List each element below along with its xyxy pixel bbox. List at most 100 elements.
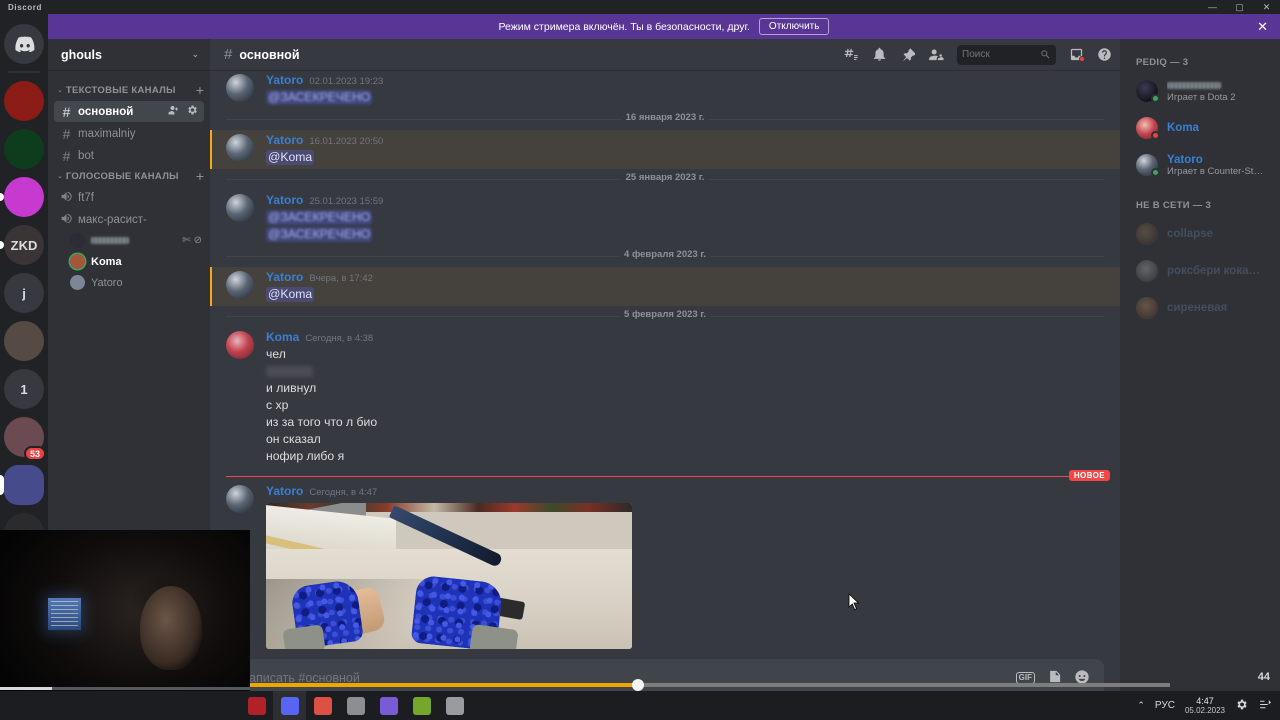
message-author[interactable]: Yatoro [266,484,303,498]
rail-item-server-one[interactable]: 1 [0,365,48,413]
avatar[interactable] [226,74,254,102]
message-author[interactable]: Yatoro [266,73,303,87]
user-mention[interactable]: @ЗАСЕКРЕЧЕНО [266,227,373,242]
channel-основной[interactable]: # основной [54,101,204,122]
taskbar-app-red[interactable] [240,691,273,720]
channel-bot[interactable]: # bot [54,145,204,166]
search-input[interactable]: Поиск [957,44,1056,65]
hash-icon: # [224,46,233,63]
invite-icon[interactable] [168,104,180,119]
rail-item-server-zkd[interactable]: ZKD [0,221,48,269]
message[interactable]: Koma Сегодня, в 4:38 чел и ливнул с хр из з… [210,327,1120,468]
member-list-item[interactable]: collapse [1128,216,1272,252]
member-list-item[interactable]: YatoroИграет в Counter-Strike: Glob... [1128,147,1272,183]
avatar[interactable] [226,485,254,513]
status-indicator [1151,168,1160,177]
close-icon[interactable]: ✕ [1257,20,1268,33]
seek-handle[interactable] [632,679,644,691]
voice-member-name: Koma [91,255,122,268]
avatar[interactable] [226,331,254,359]
clock[interactable]: 4:47 05.02.2023 [1185,696,1225,716]
rail-item-server-girl[interactable]: 53 [0,413,48,461]
category-voice[interactable]: ⌄ Голосовые каналы + [48,166,210,186]
message-list[interactable]: Yatoro 02.01.2023 19:23 @ЗАСЕКРЕЧЕНО 16 … [210,70,1120,677]
user-mention[interactable]: @ЗАСЕКРЕЧЕНО [266,210,373,225]
chevron-down-icon: ⌄ [191,49,199,59]
message-author[interactable]: Yatoro [266,270,303,284]
rail-item-server-green[interactable] [0,125,48,173]
member-name: collapse [1167,228,1214,240]
member-list-item[interactable]: сиреневая [1128,290,1272,326]
minimize-button[interactable]: — [1199,0,1226,14]
user-mention[interactable]: @Koma [266,150,315,165]
video-seek-bar[interactable] [170,679,1170,691]
taskbar-discord-app[interactable] [273,691,306,720]
channel-ft7f[interactable]: ft7f [54,187,204,208]
user-mention[interactable]: @Koma [266,287,315,302]
close-button[interactable]: ✕ [1253,0,1280,14]
message-author[interactable]: Koma [266,330,299,344]
gear-icon[interactable] [1235,698,1248,714]
rail-item-server-photo[interactable] [0,317,48,365]
streamer-disable-button[interactable]: Отключить [758,18,830,35]
pin-icon[interactable] [900,47,915,62]
rail-item-home[interactable] [0,20,48,68]
streamer-mode-banner: Режим стримера включён. Ты в безопасност… [48,14,1280,39]
message-timestamp: Сегодня, в 4:38 [305,333,374,344]
inbox-icon[interactable] [1069,47,1085,62]
message-text: @ЗАСЕКРЕЧЕНО [266,89,1104,106]
message-body: Koma Сегодня, в 4:38 чел и ливнул с хр из з… [266,330,1104,465]
maximize-button[interactable]: ▢ [1226,0,1253,14]
add-channel-icon[interactable]: + [196,83,204,97]
user-mention[interactable]: @ЗАСЕКРЕЧЕНО [266,90,373,105]
help-icon[interactable] [1097,47,1112,62]
network-icon[interactable] [1258,698,1272,714]
taskbar-grey-app[interactable] [438,691,471,720]
message-text: @Koma [266,286,1104,303]
avatar[interactable] [226,194,254,222]
message[interactable]: Yatoro Вчера, в 17:42 @Koma [210,267,1120,306]
avatar[interactable] [226,134,254,162]
message[interactable]: Yatoro Сегодня, в 4:47 [210,481,1120,652]
voice-member[interactable]: Yatoro [70,272,210,293]
rail-item-server-j[interactable]: j [0,269,48,317]
mic-muted-icon: ✄ [182,235,191,246]
message-author[interactable]: Yatoro [266,193,303,207]
taskbar-chrome-app[interactable] [306,691,339,720]
image-attachment[interactable] [266,503,632,649]
settings-app-icon [346,696,365,715]
channel-maximalniy[interactable]: # maximalniy [54,123,204,144]
member-list-item[interactable]: роксбери кокаиновы... [1128,253,1272,289]
avatar[interactable] [226,271,254,299]
threads-icon[interactable] [844,47,859,62]
message[interactable]: Yatoro 25.01.2023 15:59 @ЗАСЕКРЕЧЕНО @ЗАС… [210,190,1120,246]
rail-item-server-red[interactable] [0,77,48,125]
avatar [1136,154,1160,177]
category-text[interactable]: ⌄ Текстовые каналы + [48,80,210,100]
guild-header[interactable]: ghouls ⌄ [48,39,210,70]
member-text: роксбери кокаиновы... [1167,265,1264,277]
message[interactable]: Yatoro 02.01.2023 19:23 @ЗАСЕКРЕЧЕНО [210,70,1120,109]
message-body: Yatoro Сегодня, в 4:47 [266,484,1104,649]
members-icon[interactable] [928,47,944,62]
language-indicator[interactable]: РУС [1155,700,1175,711]
taskbar-green-app[interactable] [405,691,438,720]
message-text: с хр [266,398,289,412]
taskbar-gem-app[interactable] [372,691,405,720]
voice-member[interactable]: Koma [70,251,210,272]
settings-icon[interactable] [186,104,198,119]
add-channel-icon[interactable]: + [196,169,204,183]
voice-member[interactable]: ✄ ⊘ [70,230,210,251]
message[interactable]: Yatoro 16.01.2023 20:50 @Koma [210,130,1120,169]
taskbar-settings-app[interactable] [339,691,372,720]
rail-item-server-ghouls[interactable] [0,461,48,509]
message-body: Yatoro 25.01.2023 15:59 @ЗАСЕКРЕЧЕНО @ЗАС… [266,193,1104,243]
message-author[interactable]: Yatoro [266,133,303,147]
bell-icon[interactable] [872,47,887,62]
chevron-up-icon[interactable]: ⌃ [1137,700,1145,711]
member-list-item[interactable]: Koma [1128,110,1272,146]
channel-name: ft7f [78,191,94,204]
member-list-item[interactable]: Играет в Dota 2 [1128,73,1272,109]
channel-макс-расист-[interactable]: макс-расист- [54,209,204,230]
rail-item-server-magenta[interactable] [0,173,48,221]
